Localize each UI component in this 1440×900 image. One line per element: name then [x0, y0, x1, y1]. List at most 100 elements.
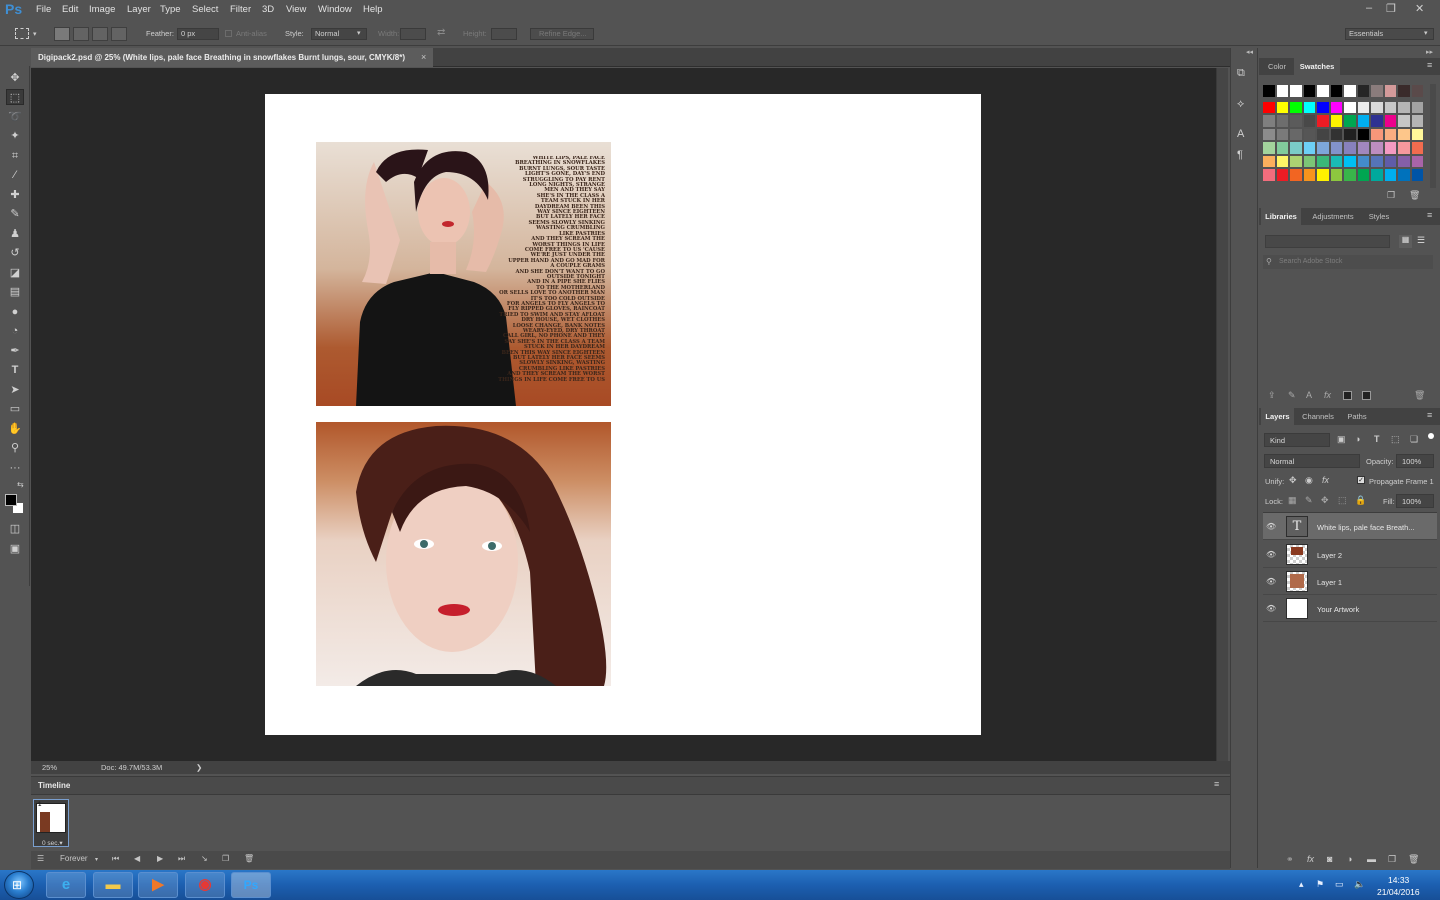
color-swatch[interactable] — [1262, 100, 1276, 114]
color-swatch[interactable] — [1289, 168, 1303, 182]
screen-mode-icon[interactable]: ▣ — [6, 541, 24, 557]
status-menu-arrow-icon[interactable]: ❯ — [196, 763, 202, 772]
unify-visibility-icon[interactable]: ◉ — [1305, 475, 1313, 486]
menu-filter[interactable]: Filter — [230, 4, 251, 15]
layer-name[interactable]: Layer 2 — [1317, 551, 1342, 560]
color-swatch[interactable] — [1356, 127, 1370, 141]
color-swatch[interactable] — [1383, 114, 1397, 128]
add-selection-icon[interactable] — [73, 27, 89, 41]
menu-type[interactable]: Type — [160, 4, 181, 15]
swap-colors-icon[interactable]: ⇆ — [17, 480, 24, 489]
color-swatch[interactable] — [1356, 168, 1370, 182]
add-mask-icon[interactable]: ◙ — [1327, 854, 1332, 864]
gradient-tool-icon[interactable]: ▤ — [6, 284, 24, 300]
loop-select[interactable]: Forever — [60, 854, 88, 863]
collapse-left-icon[interactable]: ◂◂ — [1246, 48, 1253, 56]
color-swatch[interactable] — [1329, 84, 1343, 98]
vertical-scrollbar[interactable] — [1216, 68, 1228, 761]
lock-transparent-icon[interactable]: ▦ — [1288, 495, 1297, 506]
color-swatch[interactable] — [1329, 114, 1343, 128]
color-swatch[interactable] — [1397, 168, 1411, 182]
restore-button[interactable]: ❐ — [1386, 2, 1396, 15]
library-delete-icon[interactable]: 🗑 — [1414, 390, 1425, 401]
workspace-select[interactable]: Essentials — [1345, 28, 1434, 40]
color-swatch[interactable] — [1397, 84, 1411, 98]
opacity-input[interactable]: 100% — [1396, 454, 1434, 468]
color-swatch[interactable] — [1275, 100, 1289, 114]
library-fx-icon[interactable]: fx — [1324, 390, 1331, 400]
color-swatch[interactable] — [1343, 141, 1357, 155]
hand-tool-icon[interactable]: ✋ — [6, 421, 24, 437]
filter-adjustment-icon[interactable]: ◑ — [1355, 434, 1360, 444]
color-swatch[interactable] — [1397, 127, 1411, 141]
color-swatch[interactable] — [1356, 141, 1370, 155]
eraser-tool-icon[interactable]: ◪ — [6, 265, 24, 281]
menu-3d[interactable]: 3D — [262, 4, 274, 15]
layer-kind-filter[interactable]: Kind — [1264, 433, 1330, 447]
clock-date[interactable]: 21/04/2016 — [1377, 887, 1420, 897]
menu-layer[interactable]: Layer — [127, 4, 151, 15]
height-input[interactable] — [491, 28, 517, 40]
libraries-menu-icon[interactable]: ≡ — [1427, 210, 1432, 220]
collapse-right-icon[interactable]: ▸▸ — [1426, 48, 1433, 56]
library-brush-icon[interactable]: ✎ — [1288, 390, 1296, 401]
color-swatch[interactable] — [1289, 114, 1303, 128]
color-swatch[interactable] — [1356, 84, 1370, 98]
brush-presets-icon[interactable]: ⟡ — [1237, 98, 1244, 111]
color-swatch[interactable] — [1397, 100, 1411, 114]
color-swatch[interactable] — [1343, 100, 1357, 114]
color-swatch[interactable] — [1329, 127, 1343, 141]
refine-edge-button[interactable]: Refine Edge... — [530, 28, 594, 40]
blur-tool-icon[interactable]: ● — [6, 304, 24, 320]
unify-position-icon[interactable]: ✥ — [1289, 475, 1297, 486]
new-group-icon[interactable]: ▬ — [1367, 854, 1376, 864]
color-swatch[interactable] — [1356, 100, 1370, 114]
tab-adjustments[interactable]: Adjustments — [1304, 208, 1362, 225]
anti-alias-checkbox[interactable] — [225, 30, 232, 37]
volume-icon[interactable]: 🔈 — [1354, 879, 1365, 890]
library-text-icon[interactable]: A — [1306, 390, 1312, 400]
color-swatch[interactable] — [1316, 141, 1330, 155]
color-swatch[interactable] — [1302, 114, 1316, 128]
color-swatch[interactable] — [1356, 114, 1370, 128]
color-swatch[interactable] — [1316, 114, 1330, 128]
lasso-tool-icon[interactable]: ➰ — [6, 109, 24, 125]
next-frame-icon[interactable]: ⏭ — [178, 854, 185, 864]
color-swatch[interactable] — [1302, 168, 1316, 182]
list-view-icon[interactable]: ☰ — [1417, 235, 1425, 246]
color-swatch[interactable] — [1275, 114, 1289, 128]
filter-type-icon[interactable]: T — [1374, 434, 1380, 444]
tween-icon[interactable]: ↘ — [201, 854, 208, 863]
new-layer-icon[interactable]: ❐ — [1388, 854, 1396, 865]
new-selection-icon[interactable] — [54, 27, 70, 41]
tab-libraries[interactable]: Libraries — [1261, 208, 1301, 225]
color-swatch[interactable] — [1410, 84, 1424, 98]
close-window-button[interactable]: ✕ — [1415, 2, 1424, 15]
color-swatch[interactable] — [1383, 154, 1397, 168]
menu-file[interactable]: File — [36, 4, 51, 15]
tab-swatches[interactable]: Swatches — [1294, 58, 1340, 75]
menu-image[interactable]: Image — [89, 4, 115, 15]
play-icon[interactable]: ▶ — [157, 854, 163, 863]
swap-dimensions-icon[interactable]: ⇄ — [437, 27, 445, 38]
color-swatch[interactable] — [1262, 84, 1276, 98]
width-input[interactable] — [400, 28, 426, 40]
color-swatch[interactable] — [1383, 168, 1397, 182]
color-swatch[interactable] — [1410, 114, 1424, 128]
link-layers-icon[interactable]: ⚭ — [1286, 854, 1294, 865]
color-swatch[interactable] — [1302, 141, 1316, 155]
menu-view[interactable]: View — [286, 4, 306, 15]
color-swatch[interactable] — [1289, 100, 1303, 114]
color-swatch[interactable] — [1383, 84, 1397, 98]
color-swatch[interactable] — [1356, 154, 1370, 168]
propagate-frame-checkbox[interactable]: ✓ — [1357, 476, 1365, 484]
convert-timeline-icon[interactable]: ☰ — [37, 854, 44, 863]
tab-styles[interactable]: Styles — [1363, 208, 1395, 225]
color-swatch[interactable] — [1410, 141, 1424, 155]
color-swatch[interactable] — [1343, 154, 1357, 168]
color-swatch[interactable] — [1397, 154, 1411, 168]
color-swatch[interactable] — [1289, 84, 1303, 98]
timeline-menu-icon[interactable]: ≡ — [1214, 779, 1219, 789]
grid-view-icon[interactable]: ▦ — [1399, 235, 1412, 248]
color-swatch[interactable] — [1410, 168, 1424, 182]
